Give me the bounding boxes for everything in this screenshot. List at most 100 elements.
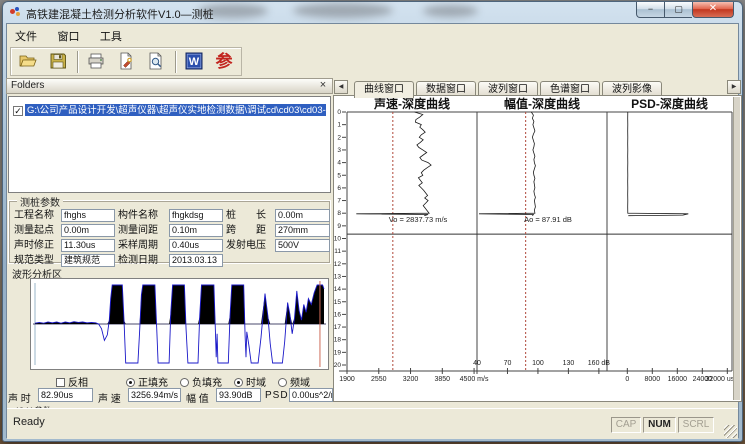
params-glyph-icon: 参 <box>216 52 233 71</box>
menu-window[interactable]: 窗口 <box>49 25 87 44</box>
close-button[interactable]: ✕ <box>692 2 734 18</box>
svg-text:Ao = 87.91 dB: Ao = 87.91 dB <box>524 215 572 224</box>
waveform-canvas[interactable] <box>30 278 329 370</box>
file-checkbox[interactable]: ✓ <box>13 106 23 116</box>
svg-text:2: 2 <box>337 134 341 141</box>
printer-icon <box>86 51 106 71</box>
psd-label: PSD <box>265 390 289 401</box>
param-field[interactable]: 270mm <box>275 224 330 237</box>
parameters-button[interactable]: 参 <box>213 51 235 73</box>
sound-time-label: 声 时 <box>8 390 31 405</box>
svg-text:15: 15 <box>334 299 341 306</box>
folders-close-button[interactable]: × <box>317 79 329 91</box>
param-field[interactable]: fhghs <box>61 209 115 222</box>
svg-text:PSD-深度曲线: PSD-深度曲线 <box>631 96 708 111</box>
radio-icon <box>126 378 135 387</box>
svg-text:130: 130 <box>563 360 575 367</box>
amplitude-field[interactable]: 93.90dB <box>216 388 261 402</box>
readouts: 声 时 82.90us 声 速 3256.94m/s 幅 值 93.90dB P… <box>6 388 333 404</box>
file-path: G:\公司产品设计开发\超声仪器\超声仪实地检测数据\调试cd\cd03\cd0… <box>25 104 326 116</box>
folders-title: Folders <box>11 80 44 91</box>
print-preview-button[interactable] <box>145 51 167 73</box>
sound-speed-field[interactable]: 3256.94m/s <box>128 388 181 402</box>
toolbar-group: W 参 <box>10 47 242 76</box>
export-word-button[interactable]: W <box>183 51 205 73</box>
svg-text:W: W <box>189 56 200 68</box>
svg-text:16: 16 <box>334 311 341 318</box>
time-domain-radio[interactable]: 时域 <box>234 374 266 389</box>
page-wrench-icon <box>116 51 136 71</box>
fill-negative-radio[interactable]: 负填充 <box>180 374 222 389</box>
open-folder-icon <box>18 51 38 71</box>
svg-text:13: 13 <box>334 273 341 280</box>
param-field[interactable]: 0.40us <box>169 239 223 252</box>
toolbar-separator <box>77 51 79 73</box>
param-label: 跨 距 <box>226 224 272 237</box>
resize-grip[interactable] <box>724 425 737 438</box>
sound-time-field[interactable]: 82.90us <box>38 388 93 402</box>
fill-positive-radio[interactable]: 正填充 <box>126 374 168 389</box>
invert-checkbox[interactable]: 反相 <box>56 374 88 389</box>
waveform-controls: 反相 正填充 负填充 时域 频域 <box>6 374 333 388</box>
chart-vertical-scrollbar[interactable] <box>733 97 740 400</box>
svg-text:40: 40 <box>473 360 481 367</box>
svg-text:3200: 3200 <box>403 376 419 383</box>
psd-field[interactable]: 0.00us^2/m <box>289 388 333 402</box>
param-field[interactable]: 500V <box>275 239 330 252</box>
param-label: 采样周期 <box>118 239 166 252</box>
depth-charts-panel[interactable]: 01234567891011121314151617181920声速-深度曲线1… <box>333 95 742 402</box>
file-list-item[interactable]: ✓G:\公司产品设计开发\超声仪器\超声仪实地检测数据\调试cd\cd03\cd… <box>13 102 326 116</box>
param-field[interactable]: 建筑规范 <box>61 254 115 267</box>
chart-workspace: ◀ 曲线窗口数据窗口波列窗口色谱窗口波列影像 ▶ 012345678910111… <box>333 78 742 408</box>
param-field[interactable]: 11.30us <box>61 239 115 252</box>
svg-text:9: 9 <box>337 223 341 230</box>
param-label: 检测日期 <box>118 254 166 267</box>
sound-speed-label: 声 速 <box>98 390 121 405</box>
depth-charts-plot: 01234567891011121314151617181920声速-深度曲线1… <box>334 96 734 401</box>
radio-icon <box>234 378 243 387</box>
tab-bar: 曲线窗口数据窗口波列窗口色谱窗口波列影像 <box>354 79 664 95</box>
menu-file[interactable]: 文件 <box>7 25 45 44</box>
menu-bar: 文件 窗口 工具 <box>7 25 738 46</box>
param-label: 构件名称 <box>118 209 166 222</box>
param-label: 桩 长 <box>226 209 272 222</box>
num-lock-indicator: NUM <box>643 417 676 433</box>
save-floppy-icon <box>48 51 68 71</box>
title-bar[interactable]: 高铁建混凝土检测分析软件V1.0—测桩 −▢✕ <box>3 2 742 23</box>
svg-text:0: 0 <box>625 376 629 383</box>
status-bar: Ready CAP NUM SCRL <box>7 408 738 439</box>
svg-text:100: 100 <box>532 360 544 367</box>
file-list[interactable]: ✓G:\公司产品设计开发\超声仪器\超声仪实地检测数据\调试cd\cd03\cd… <box>8 96 331 193</box>
caps-lock-indicator: CAP <box>611 417 641 433</box>
param-field[interactable]: 0.00m <box>61 224 115 237</box>
waveform-plot <box>31 279 328 369</box>
minimize-button[interactable]: − <box>636 2 665 18</box>
status-message: Ready <box>13 416 45 428</box>
folders-panel: Folders × ✓G:\公司产品设计开发\超声仪器\超声仪实地检测数据\调试… <box>6 78 333 408</box>
print-setup-button[interactable] <box>115 51 137 73</box>
save-button[interactable] <box>47 51 69 73</box>
open-file-button[interactable] <box>17 51 39 73</box>
app-icon <box>10 7 22 18</box>
tab-scroll-left-button[interactable]: ◀ <box>334 80 348 94</box>
param-field[interactable]: 0.00m <box>275 209 330 222</box>
tab-curve-window[interactable]: 曲线窗口 <box>354 81 414 98</box>
print-button[interactable] <box>85 51 107 73</box>
param-field[interactable]: fhgkdsg <box>169 209 223 222</box>
freq-domain-radio[interactable]: 频域 <box>278 374 310 389</box>
pile-params-group: 测桩参数 工程名称 fhghs 构件名称 fhgkdsg 桩 长 0.00m 测… <box>8 200 331 264</box>
svg-text:5: 5 <box>337 172 341 179</box>
param-field[interactable]: 0.10m <box>169 224 223 237</box>
tab-scroll-right-button[interactable]: ▶ <box>727 80 741 94</box>
param-label: 发射电压 <box>226 239 272 252</box>
maximize-button[interactable]: ▢ <box>665 2 692 18</box>
svg-text:0: 0 <box>337 109 341 116</box>
svg-text:1: 1 <box>337 122 341 129</box>
svg-text:17: 17 <box>334 324 341 331</box>
param-field[interactable]: 2013.03.13 <box>169 254 223 267</box>
svg-text:8000: 8000 <box>645 376 661 383</box>
window-title: 高铁建混凝土检测分析软件V1.0—测桩 <box>26 6 214 22</box>
menu-tools[interactable]: 工具 <box>92 25 130 44</box>
svg-text:声速-深度曲线: 声速-深度曲线 <box>373 96 450 111</box>
radio-icon <box>278 378 287 387</box>
